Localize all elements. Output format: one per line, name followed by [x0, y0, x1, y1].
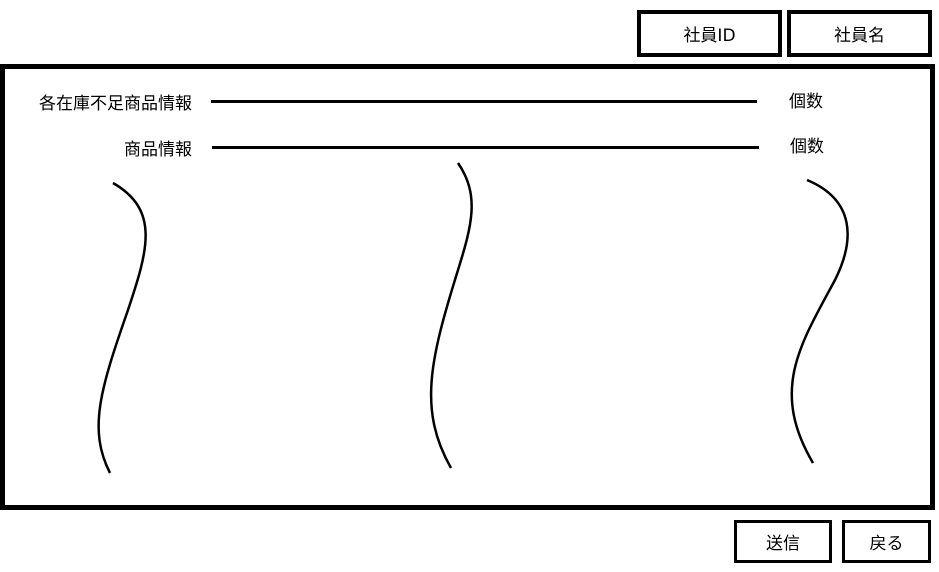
send-button[interactable]: 送信	[734, 520, 832, 563]
list-row-divider	[211, 100, 757, 103]
quantity-label: 個数	[789, 92, 823, 112]
quantity-label: 個数	[790, 137, 824, 157]
employee-name-field: 社員名	[787, 10, 932, 57]
list-row-divider	[212, 146, 759, 149]
item-info-label: 商品情報	[124, 140, 192, 160]
shortage-item-info-label: 各在庫不足商品情報	[39, 94, 192, 114]
back-button[interactable]: 戻る	[842, 520, 931, 563]
shortage-list-panel	[0, 64, 935, 510]
employee-id-field: 社員ID	[637, 10, 782, 57]
